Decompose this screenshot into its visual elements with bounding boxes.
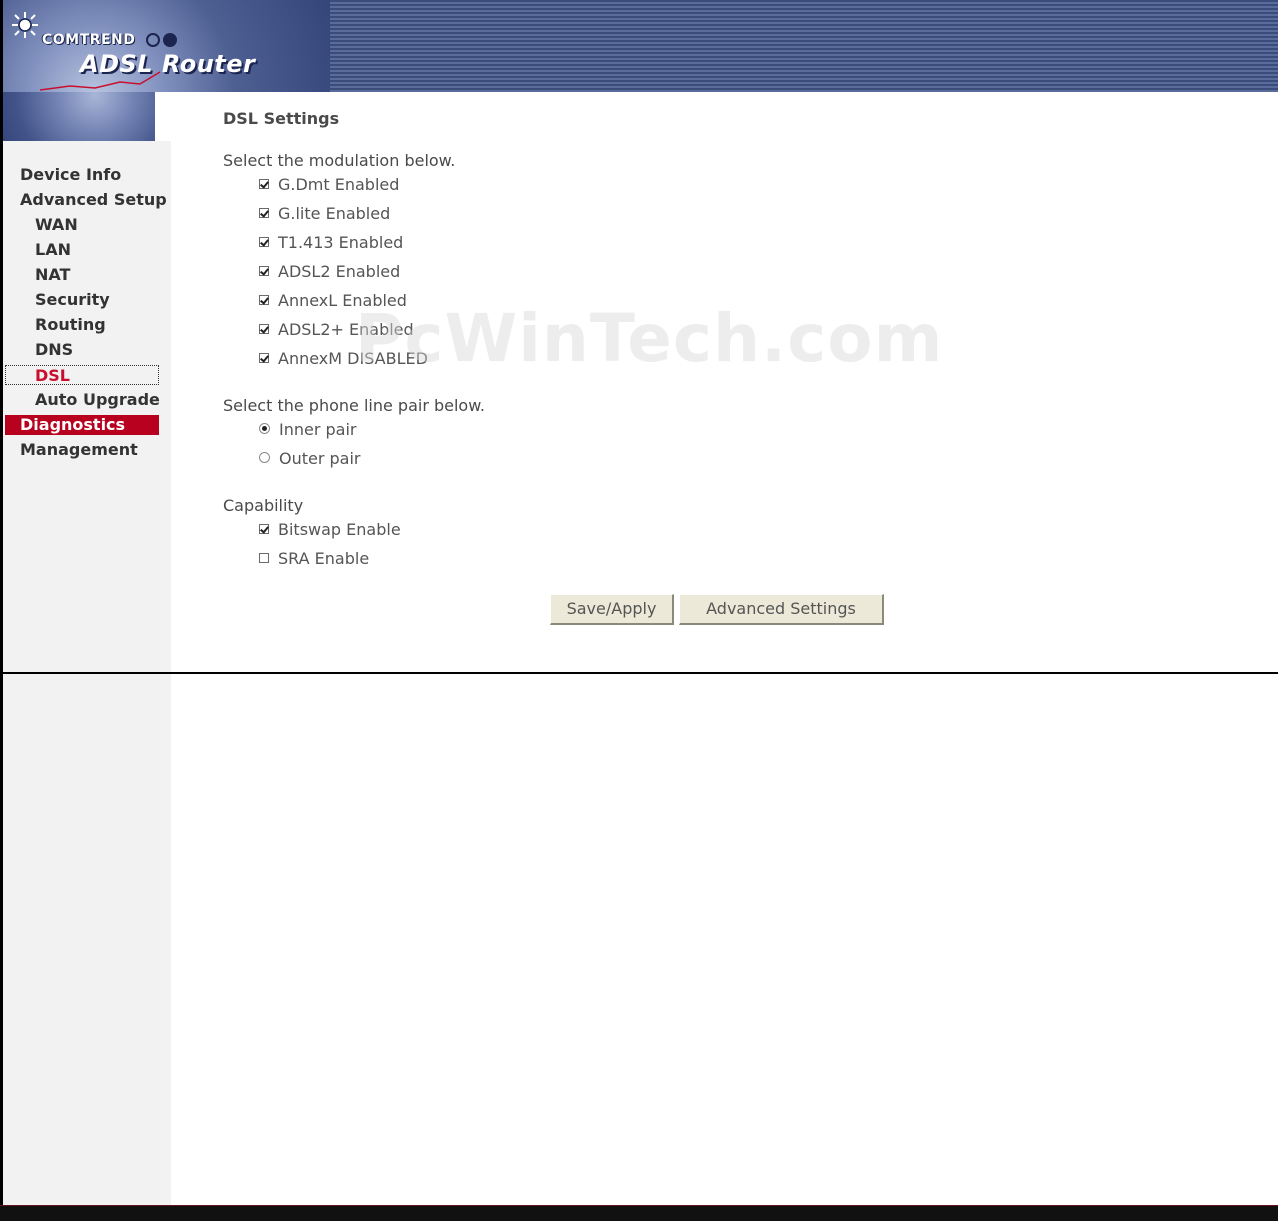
- sidebar-item-nat[interactable]: NAT: [35, 265, 70, 285]
- checkbox[interactable]: [259, 323, 269, 334]
- lower-sidebar-frame: [3, 674, 171, 1205]
- modulation-option[interactable]: T1.413 Enabled: [259, 233, 403, 253]
- capability-option-label: Bitswap Enable: [278, 520, 401, 539]
- capability-option[interactable]: SRA Enable: [259, 549, 369, 569]
- signal-line-decoration: [40, 71, 161, 91]
- sidebar-item-routing[interactable]: Routing: [35, 315, 106, 335]
- capability-option[interactable]: Bitswap Enable: [259, 520, 401, 540]
- watermark: PcWinTech.com: [355, 300, 944, 377]
- checkbox[interactable]: [259, 207, 269, 218]
- modulation-option-label: G.Dmt Enabled: [278, 175, 400, 194]
- modulation-option-label: T1.413 Enabled: [278, 233, 404, 252]
- checkbox[interactable]: [259, 352, 269, 363]
- sidebar-item-wan[interactable]: WAN: [35, 215, 78, 235]
- radio-button[interactable]: [259, 452, 270, 463]
- save-apply-button[interactable]: Save/Apply: [550, 594, 674, 625]
- sidebar-item-security[interactable]: Security: [35, 290, 110, 310]
- modulation-label: Select the modulation below.: [223, 151, 456, 170]
- sidebar-item-dns[interactable]: DNS: [35, 340, 73, 360]
- sidebar-item-diagnostics[interactable]: Diagnostics: [5, 415, 159, 435]
- modulation-option-label: ADSL2 Enabled: [278, 262, 401, 281]
- modulation-option-label: G.lite Enabled: [278, 204, 391, 223]
- ring-dot-icon: [146, 33, 160, 47]
- capability-label: Capability: [223, 496, 304, 515]
- brand-name: COMTREND: [42, 32, 136, 48]
- bottom-frame-bar: [0, 1205, 1278, 1221]
- main-content: DSL Settings Select the modulation below…: [171, 92, 1278, 672]
- phone-line-label: Select the phone line pair below.: [223, 396, 485, 415]
- sidebar-item-lan[interactable]: LAN: [35, 240, 71, 260]
- modulation-option[interactable]: G.lite Enabled: [259, 204, 390, 224]
- page-title: DSL Settings: [223, 109, 340, 128]
- phone-line-option-label: Inner pair: [279, 420, 357, 439]
- logo-panel: COMTREND ADSL Router: [0, 0, 330, 92]
- checkbox[interactable]: [259, 178, 269, 189]
- checkbox[interactable]: [259, 552, 269, 563]
- checkbox[interactable]: [259, 294, 269, 305]
- brand-dots: [146, 32, 180, 51]
- capability-option-label: SRA Enable: [278, 549, 370, 568]
- sidebar-item-dsl[interactable]: DSL: [5, 365, 159, 385]
- solid-dot-icon: [163, 33, 177, 47]
- phone-line-option[interactable]: Outer pair: [259, 449, 361, 469]
- sidebar-item-auto-upgrade[interactable]: Auto Upgrade: [35, 390, 160, 410]
- logo-panel-lower: [0, 92, 163, 141]
- sidebar-item-device-info[interactable]: Device Info: [20, 165, 121, 185]
- phone-line-option[interactable]: Inner pair: [259, 420, 357, 440]
- checkbox[interactable]: [259, 236, 269, 247]
- modulation-option[interactable]: ADSL2 Enabled: [259, 262, 400, 282]
- comtrend-logo-icon: [12, 12, 38, 38]
- checkbox[interactable]: [259, 265, 269, 276]
- sidebar-item-management[interactable]: Management: [20, 440, 138, 460]
- advanced-settings-button[interactable]: Advanced Settings: [679, 594, 884, 625]
- sidebar-item-advanced-setup[interactable]: Advanced Setup: [20, 190, 167, 210]
- modulation-option[interactable]: G.Dmt Enabled: [259, 175, 399, 195]
- phone-line-option-label: Outer pair: [279, 449, 361, 468]
- frame-divider: [0, 672, 1278, 674]
- checkbox[interactable]: [259, 523, 269, 534]
- radio-button[interactable]: [259, 423, 270, 434]
